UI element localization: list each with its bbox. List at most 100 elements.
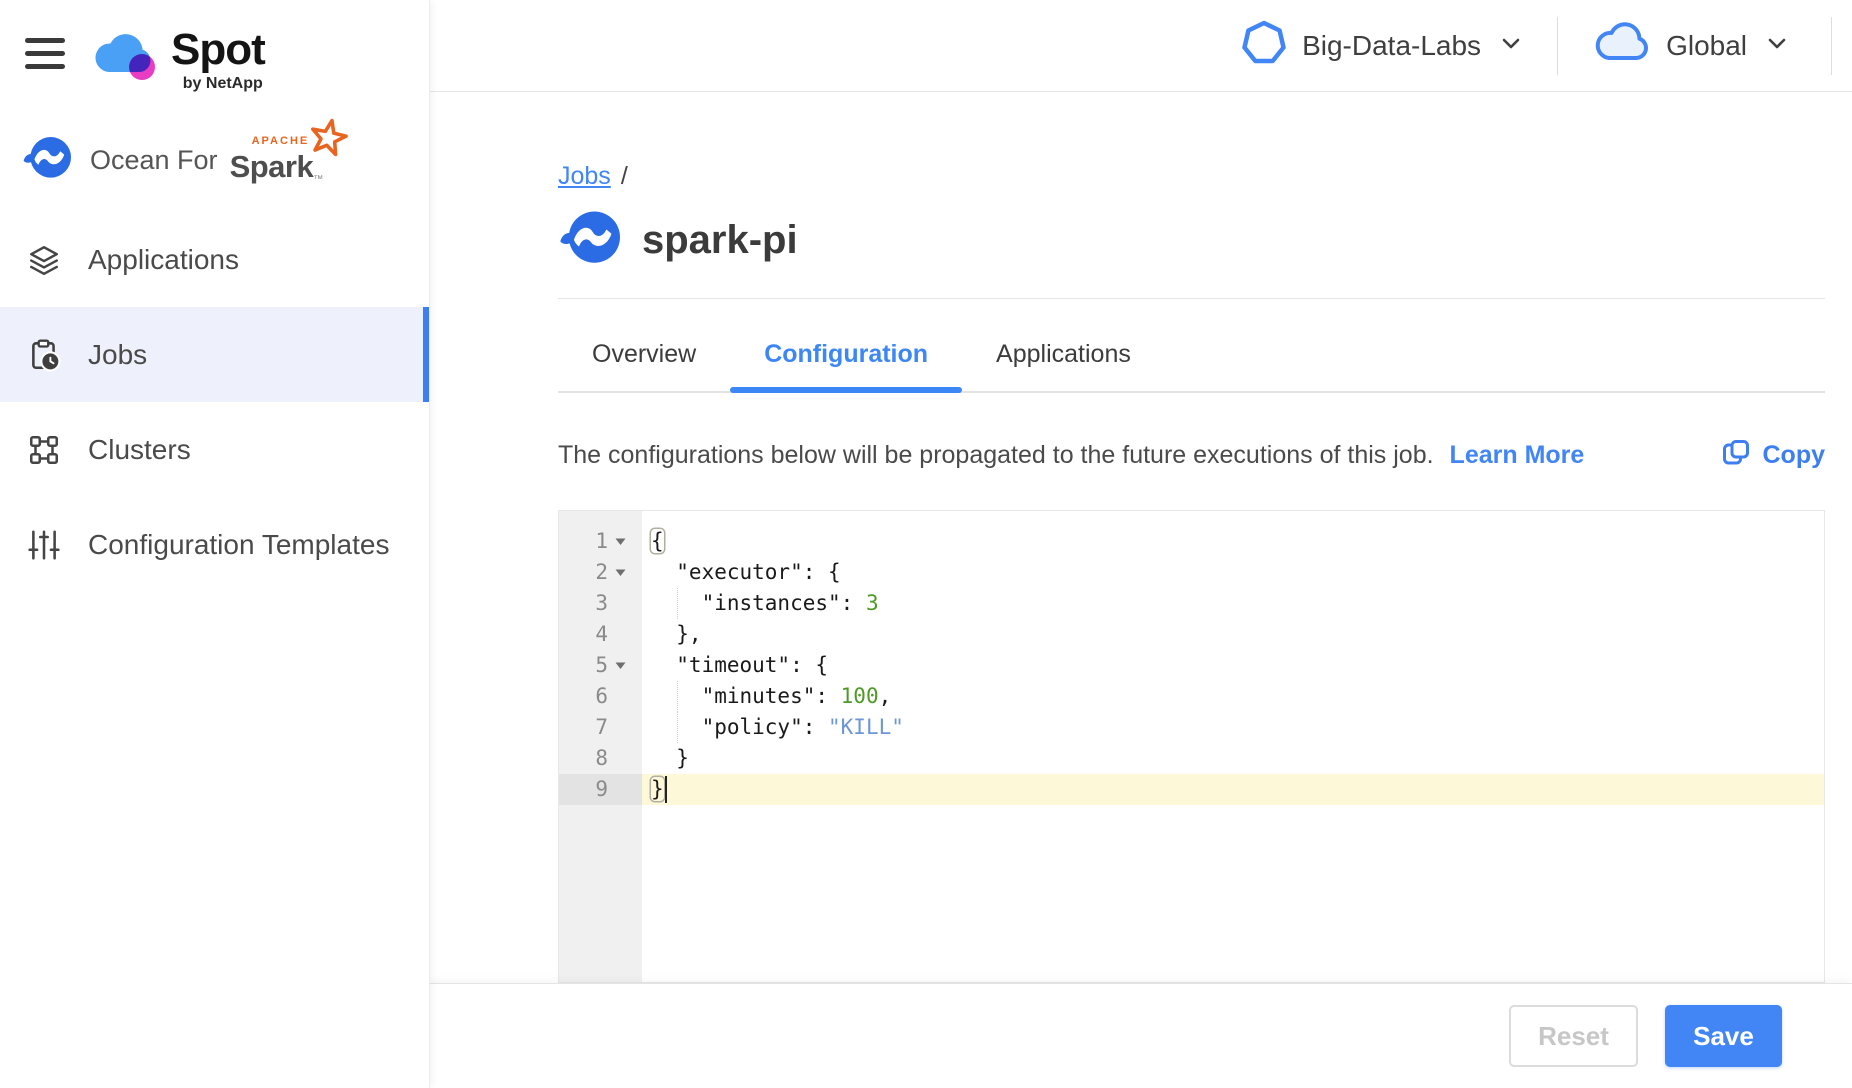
- scope-selector[interactable]: Global: [1592, 20, 1789, 71]
- code-token: }: [651, 777, 664, 801]
- description-row: The configurations below will be propaga…: [558, 439, 1825, 472]
- breadcrumb-separator: /: [621, 162, 628, 190]
- spark-star-icon: [303, 113, 353, 166]
- tab-configuration[interactable]: Configuration: [730, 340, 962, 391]
- code-line[interactable]: "timeout": {: [642, 650, 1824, 681]
- line-number: 9: [595, 774, 608, 805]
- line-number: 4: [595, 619, 608, 650]
- heptagon-icon: [1240, 19, 1288, 72]
- tabs: OverviewConfigurationApplications: [558, 299, 1825, 393]
- code-token: "timeout": {: [651, 653, 828, 677]
- learn-more-link[interactable]: Learn More: [1450, 441, 1585, 470]
- org-selector[interactable]: Big-Data-Labs: [1240, 19, 1523, 72]
- line-number: 3: [595, 588, 608, 619]
- breadcrumb-jobs-link[interactable]: Jobs: [558, 162, 611, 190]
- indent-guide: [677, 588, 678, 619]
- top-bar: Big-Data-Labs Global: [430, 0, 1852, 92]
- content: Jobs / spark-pi OverviewConfigurationAppl…: [430, 92, 1852, 983]
- hamburger-menu-icon[interactable]: [25, 38, 65, 69]
- tab-overview[interactable]: Overview: [558, 340, 730, 391]
- description-text: The configurations below will be propaga…: [558, 441, 1434, 470]
- code-token: {: [651, 529, 664, 553]
- save-button[interactable]: Save: [1665, 1005, 1782, 1067]
- line-number: 7: [595, 712, 608, 743]
- code-line[interactable]: }: [642, 774, 1824, 805]
- sidebar-item-label: Clusters: [88, 434, 191, 466]
- json-config-editor[interactable]: 123456789 { "executor": { "instances": 3…: [558, 510, 1825, 983]
- chevron-down-icon: [1765, 31, 1789, 60]
- fold-caret-icon[interactable]: [614, 537, 627, 546]
- brand-row: Spot by NetApp: [0, 0, 429, 93]
- layers-icon: [26, 243, 62, 277]
- sidebar-item-clusters[interactable]: Clusters: [0, 402, 429, 497]
- gutter-line: 7: [559, 712, 642, 743]
- main-area: Big-Data-Labs Global: [430, 0, 1852, 1088]
- app-window: Spot by NetApp Ocean For APACHE Spark™: [0, 0, 1852, 1088]
- indent-guide: [677, 681, 678, 712]
- gutter-line: 1: [559, 526, 642, 557]
- code-line[interactable]: {: [642, 526, 1824, 557]
- header-divider: [1557, 17, 1558, 75]
- sidebar-item-configuration-templates[interactable]: Configuration Templates: [0, 497, 429, 592]
- code-token: 3: [866, 591, 879, 615]
- sidebar-item-label: Configuration Templates: [88, 529, 389, 561]
- copy-button-label: Copy: [1763, 441, 1826, 470]
- indent-guide: [677, 712, 678, 743]
- text-cursor: [665, 776, 667, 803]
- footer-action-bar: Reset Save: [430, 983, 1852, 1088]
- editor-code-area[interactable]: { "executor": { "instances": 3 }, "timeo…: [642, 511, 1824, 982]
- code-token: }: [651, 746, 689, 770]
- code-line[interactable]: "executor": {: [642, 557, 1824, 588]
- chevron-down-icon: [1499, 31, 1523, 60]
- product-logo: Ocean For APACHE Spark™: [0, 93, 429, 186]
- code-token: "instances":: [651, 591, 866, 615]
- sliders-icon: [26, 528, 62, 562]
- spark-wordmark: Spark: [230, 149, 314, 184]
- copy-button[interactable]: Copy: [1722, 439, 1826, 472]
- apache-spark-logo: APACHE Spark™: [230, 137, 324, 185]
- cloud-icon: [1592, 20, 1652, 71]
- fold-caret-icon[interactable]: [614, 568, 627, 577]
- code-token: "executor": {: [651, 560, 841, 584]
- code-line[interactable]: "instances": 3: [642, 588, 1824, 619]
- line-number: 2: [595, 557, 608, 588]
- header-divider: [1831, 17, 1832, 75]
- code-token: ,: [879, 684, 892, 708]
- sidebar-item-label: Applications: [88, 244, 239, 276]
- title-row: spark-pi: [558, 209, 1825, 272]
- code-line[interactable]: },: [642, 619, 1824, 650]
- spot-logo: Spot by NetApp: [95, 30, 265, 93]
- sidebar-item-jobs[interactable]: Jobs: [0, 307, 429, 402]
- sidebar-item-label: Jobs: [88, 339, 147, 371]
- code-token: },: [651, 622, 702, 646]
- code-line[interactable]: "policy": "KILL": [642, 712, 1824, 743]
- brand-name: Spot: [171, 30, 265, 70]
- ocean-wave-icon: [22, 135, 74, 186]
- gutter-line: 8: [559, 743, 642, 774]
- code-token: 100: [841, 684, 879, 708]
- apache-label: APACHE: [252, 135, 310, 147]
- reset-button[interactable]: Reset: [1509, 1005, 1638, 1067]
- sidebar-item-applications[interactable]: Applications: [0, 212, 429, 307]
- gutter-line: 4: [559, 619, 642, 650]
- line-number: 1: [595, 526, 608, 557]
- breadcrumb: Jobs /: [558, 162, 1825, 191]
- org-selector-label: Big-Data-Labs: [1302, 30, 1481, 62]
- spot-cloud-icon: [95, 30, 161, 91]
- gutter-line: 6: [559, 681, 642, 712]
- editor-gutter: 123456789: [559, 511, 642, 982]
- code-line[interactable]: "minutes": 100,: [642, 681, 1824, 712]
- line-number: 6: [595, 681, 608, 712]
- gutter-line: 3: [559, 588, 642, 619]
- fold-caret-icon[interactable]: [614, 661, 627, 670]
- line-number: 5: [595, 650, 608, 681]
- gutter-line: 9: [559, 774, 642, 805]
- code-line[interactable]: }: [642, 743, 1824, 774]
- copy-icon: [1722, 439, 1750, 472]
- brand-byline: by NetApp: [183, 75, 263, 93]
- tab-applications[interactable]: Applications: [962, 340, 1165, 391]
- gutter-line: 2: [559, 557, 642, 588]
- scope-selector-label: Global: [1666, 30, 1747, 62]
- code-token: "KILL": [828, 715, 904, 739]
- product-prefix: Ocean For: [90, 145, 218, 176]
